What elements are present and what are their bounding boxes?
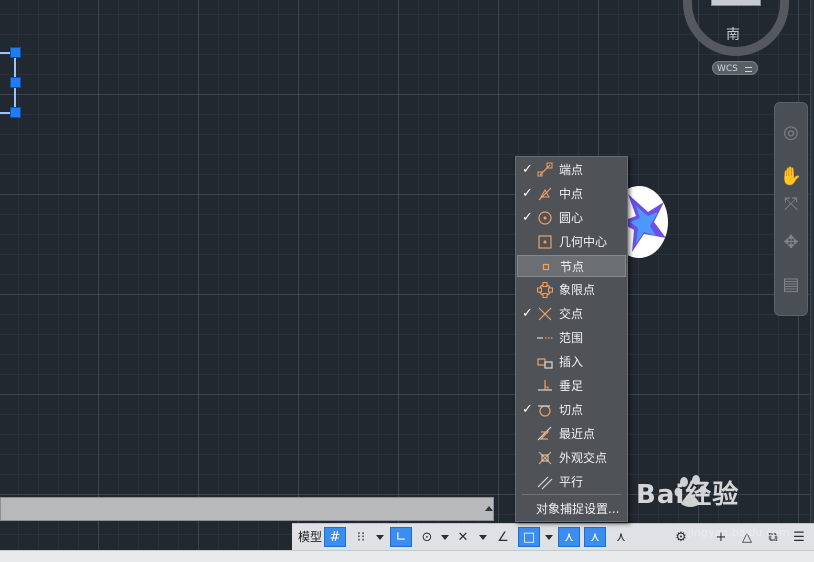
menu-item-nearest[interactable]: 最近点: [517, 423, 626, 445]
model-space-button[interactable]: 模型: [296, 528, 324, 546]
viewcube-face[interactable]: [711, 0, 761, 6]
menu-item-node[interactable]: 节点: [517, 255, 626, 277]
menu-item-midpoint[interactable]: ✓ 中点: [517, 183, 626, 205]
annotation-scale-icon[interactable]: ⋏: [610, 527, 632, 547]
menu-item-quadrant[interactable]: 象限点: [517, 279, 626, 301]
check-mark-icon: ✓: [522, 162, 533, 177]
grip-middle[interactable]: [10, 77, 21, 88]
quadrant-icon: [537, 282, 553, 298]
window-bottom-strip: [0, 550, 814, 562]
grip-bottom[interactable]: [10, 107, 21, 118]
compass-south-label[interactable]: 南: [726, 24, 740, 44]
annotation-visibility-icon[interactable]: ⋏: [558, 527, 580, 547]
right-edge-scroll: [810, 0, 814, 561]
check-mark-icon: ✓: [522, 306, 533, 321]
geometric-center-icon: [538, 235, 552, 249]
command-line[interactable]: [0, 497, 494, 521]
menu-item-endpoint[interactable]: ✓ 端点: [517, 159, 626, 181]
grip-top[interactable]: [10, 47, 21, 58]
center-icon: [538, 211, 552, 225]
pan-hand-icon[interactable]: ✋: [779, 165, 803, 189]
perpendicular-icon: [538, 380, 552, 391]
midpoint-icon: [538, 187, 552, 201]
parallel-icon: [537, 476, 553, 490]
check-mark-icon: ✓: [522, 186, 533, 201]
isometric-dropdown-icon[interactable]: [479, 535, 487, 540]
menu-item-insertion[interactable]: 插入: [517, 351, 626, 373]
node-icon: [542, 263, 550, 271]
apparent-intersection-icon: [538, 451, 552, 465]
nearest-icon: [537, 426, 552, 441]
watermark-url: jingyan.baidu.com: [688, 526, 790, 539]
menu-item-apparent-intersection[interactable]: 外观交点: [517, 447, 626, 469]
insertion-icon: [537, 358, 553, 369]
snap-mode-dropdown-icon[interactable]: [376, 535, 384, 540]
wcs-menu-button[interactable]: WCS: [712, 61, 758, 75]
menu-item-parallel[interactable]: 平行: [517, 471, 626, 493]
object-snap-menu: ✓ 端点 ✓ 中点 ✓ 圆心 几何中心 节点 象限点 ✓ 交点 范围 插入 垂足: [515, 156, 628, 522]
object-snap-tracking-icon[interactable]: ∠: [492, 527, 514, 547]
menu-item-intersection[interactable]: ✓ 交点: [517, 303, 626, 325]
extension-icon: [537, 337, 553, 339]
tangent-icon: [538, 405, 551, 417]
menu-item-perpendicular[interactable]: 垂足: [517, 375, 626, 397]
menu-separator: [522, 494, 621, 495]
orbit-icon[interactable]: ✥: [779, 231, 803, 255]
endpoint-icon: [537, 162, 553, 177]
intersection-icon: [538, 307, 552, 321]
object-snap-dropdown-icon[interactable]: [545, 535, 553, 540]
zoom-icon[interactable]: ⤧: [779, 193, 803, 217]
check-mark-icon: ✓: [522, 402, 533, 417]
object-snap-settings-item[interactable]: 对象捕捉设置...: [536, 499, 619, 519]
snap-mode-icon[interactable]: ⁝⁝: [350, 527, 372, 547]
showmotion-icon[interactable]: ▤: [779, 273, 803, 297]
polar-tracking-icon[interactable]: ⊙: [416, 527, 438, 547]
auto-scale-icon[interactable]: ⋏: [584, 527, 606, 547]
ortho-toggle-icon[interactable]: ∟: [390, 527, 412, 547]
grid-toggle-icon[interactable]: #: [324, 527, 346, 547]
command-history-arrow-icon[interactable]: [485, 506, 493, 511]
steering-wheel-icon[interactable]: ◎: [779, 121, 803, 145]
object-snap-icon[interactable]: □: [518, 527, 540, 547]
menu-item-tangent[interactable]: ✓ 切点: [517, 399, 626, 421]
isometric-icon[interactable]: ✕: [452, 527, 474, 547]
menu-item-center[interactable]: ✓ 圆心: [517, 207, 626, 229]
watermark-brand: Bai经验: [636, 480, 740, 510]
polar-dropdown-icon[interactable]: [441, 535, 449, 540]
customization-menu-icon[interactable]: ☰: [788, 527, 810, 547]
navigation-bar: ◎ ✋ ⤧ ✥ ▤: [774, 102, 808, 316]
menu-item-geometric-center[interactable]: 几何中心: [517, 231, 626, 253]
menu-item-extension[interactable]: 范围: [517, 327, 626, 349]
check-mark-icon: ✓: [522, 210, 533, 225]
